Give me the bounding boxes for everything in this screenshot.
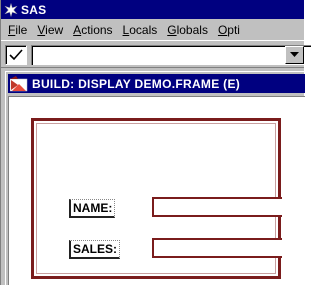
build-window: BUILD: DISPLAY DEMO.FRAME (E) NAME: SALE… bbox=[5, 71, 305, 285]
toolbar bbox=[1, 40, 311, 67]
sas-application-window: SAS File View Actions Locals Globals Opt… bbox=[0, 0, 311, 285]
checkmark-button[interactable] bbox=[5, 45, 27, 65]
name-field[interactable] bbox=[152, 197, 282, 217]
menu-bar: File View Actions Locals Globals Opti bbox=[1, 19, 304, 40]
workspace-area: BUILD: DISPLAY DEMO.FRAME (E) NAME: SALE… bbox=[1, 67, 305, 285]
checkmark-icon bbox=[9, 49, 23, 61]
menu-options[interactable]: Opti bbox=[213, 23, 245, 37]
sas-logo-icon bbox=[3, 2, 19, 18]
build-window-title: BUILD: DISPLAY DEMO.FRAME (E) bbox=[32, 76, 241, 91]
build-frame-icon bbox=[10, 75, 28, 91]
command-dropdown-button[interactable] bbox=[285, 46, 304, 64]
app-title-bar[interactable]: SAS bbox=[1, 0, 304, 19]
sales-label[interactable]: SALES: bbox=[69, 240, 121, 259]
menu-actions[interactable]: Actions bbox=[68, 23, 117, 37]
menu-view[interactable]: View bbox=[32, 23, 68, 37]
command-input[interactable] bbox=[31, 45, 311, 65]
menu-locals[interactable]: Locals bbox=[118, 23, 163, 37]
app-title: SAS bbox=[21, 2, 47, 17]
name-label[interactable]: NAME: bbox=[69, 199, 116, 218]
display-frame-region[interactable]: NAME: SALES: bbox=[31, 118, 282, 279]
sales-field[interactable] bbox=[152, 238, 282, 258]
menu-globals[interactable]: Globals bbox=[162, 23, 213, 37]
menu-file[interactable]: File bbox=[3, 23, 32, 37]
chevron-down-icon bbox=[290, 52, 299, 57]
build-window-title-bar[interactable]: BUILD: DISPLAY DEMO.FRAME (E) bbox=[8, 74, 305, 93]
frame-design-canvas[interactable]: NAME: SALES: bbox=[8, 96, 305, 285]
